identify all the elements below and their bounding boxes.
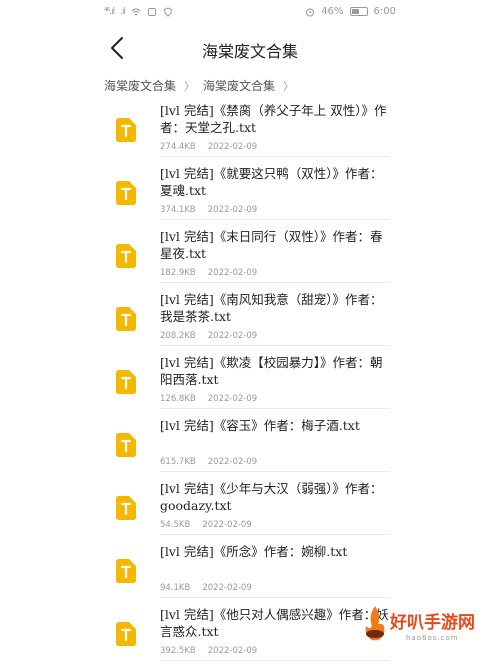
list-item[interactable]: [lvl 完结]《容玉》作者：梅子酒.txt 615.7KB 2022-02-0… <box>0 409 500 472</box>
breadcrumb-item[interactable]: 海棠废文合集 <box>203 77 275 94</box>
file-date: 2022-02-09 <box>202 520 252 530</box>
status-bar: ⁴⁶.ıl .ıl 46% 6:00 <box>0 0 500 26</box>
file-name: [lvl 完结]《少年与大汉（弱强）》作者：goodazy.txt <box>160 481 383 513</box>
file-size: 392.5KB <box>160 646 196 656</box>
file-date: 2022-02-09 <box>207 646 258 656</box>
file-meta: 274.4KB 2022-02-09 <box>160 142 257 152</box>
battery-percent: 46% <box>321 6 344 17</box>
file-name: [lvl 完结]《末日同行（双性）》作者：春星夜.txt <box>160 229 383 261</box>
file-name: [lvl 完结]《他只对人偶感兴趣》作者：妖言惑众.txt <box>160 607 389 639</box>
file-date: 2022-02-09 <box>207 331 258 341</box>
list-item[interactable]: [lvl 完结]《禁脔（养父子年上 双性）》作者：天堂之孔.txt 274.4K… <box>0 94 500 157</box>
file-date: 2022-02-09 <box>207 205 258 215</box>
file-meta: 615.7KB 2022-02-09 <box>160 457 257 467</box>
status-left: ⁴⁶.ıl .ıl <box>104 7 173 17</box>
wifi-icon <box>131 8 141 16</box>
status-time: 6:00 <box>373 6 396 17</box>
list-item[interactable]: [lvl 完结]《少年与大汉（弱强）》作者：goodazy.txt 54.5KB… <box>0 472 500 535</box>
status-right: 46% 6:00 <box>305 6 396 17</box>
page-title: 海棠废文合集 <box>201 42 298 61</box>
file-date: 2022-02-09 <box>202 583 252 593</box>
file-meta: 182.9KB 2022-02-09 <box>160 268 257 278</box>
txt-file-icon <box>116 622 136 646</box>
txt-file-icon <box>116 496 136 520</box>
watermark-text: 好叭手游网 <box>390 613 475 633</box>
file-name: [lvl 完结]《就要这只鸭（双性）》作者：夏魂.txt <box>160 166 383 198</box>
battery-icon <box>349 7 368 16</box>
file-name: [lvl 完结]《南风知我意（甜宠）》作者：我是茶茶.txt <box>160 292 383 324</box>
txt-file-icon <box>116 118 136 142</box>
file-date: 2022-02-09 <box>207 142 258 152</box>
file-name: [lvl 完结]《禁脔（养父子年上 双性）》作者：天堂之孔.txt <box>160 103 387 135</box>
file-list: [lvl 完结]《禁脔（养父子年上 双性）》作者：天堂之孔.txt 274.4K… <box>0 94 500 661</box>
signal-indicator: ⁴⁶.ıl <box>104 7 115 17</box>
list-item[interactable]: [lvl 完结]《欺凌【校园暴力】》作者：朝阳西落.txt 126.8KB 20… <box>0 346 500 409</box>
nav-bar: 海棠废文合集 <box>0 28 500 68</box>
file-meta: 54.5KB 2022-02-09 <box>160 520 252 530</box>
alarm-icon <box>306 8 315 16</box>
txt-file-icon <box>116 370 136 394</box>
signal-indicator-2: .ıl <box>120 7 126 17</box>
shield-icon <box>163 7 173 17</box>
file-size: 208.2KB <box>160 331 196 341</box>
watermark-logo: 好叭手游网 hao8os.com <box>358 600 500 666</box>
file-size: 374.1KB <box>160 205 196 215</box>
file-meta: 126.8KB 2022-02-09 <box>160 394 257 404</box>
file-meta: 208.2KB 2022-02-09 <box>160 331 257 341</box>
txt-file-icon <box>116 244 136 268</box>
list-item[interactable]: [lvl 完结]《就要这只鸭（双性）》作者：夏魂.txt 374.1KB 202… <box>0 157 500 220</box>
chevron-right-icon: 〉 <box>184 79 196 93</box>
list-item[interactable]: [lvl 完结]《南风知我意（甜宠）》作者：我是茶茶.txt 208.2KB 2… <box>0 283 500 346</box>
file-size: 182.9KB <box>160 268 196 278</box>
txt-file-icon <box>116 433 136 457</box>
watermark-icon <box>365 606 385 641</box>
breadcrumb-item[interactable]: 海棠废文合集 <box>104 77 176 94</box>
list-item[interactable]: [lvl 完结]《所念》作者：婉柳.txt 94.1KB 2022-02-09 <box>0 535 500 598</box>
file-size: 615.7KB <box>160 457 196 467</box>
list-item[interactable]: [lvl 完结]《末日同行（双性）》作者：春星夜.txt 182.9KB 202… <box>0 220 500 283</box>
file-meta: 392.5KB 2022-02-09 <box>160 646 257 656</box>
txt-file-icon <box>116 559 136 583</box>
file-size: 274.4KB <box>160 142 196 152</box>
txt-file-icon <box>116 181 136 205</box>
file-date: 2022-02-09 <box>207 394 258 404</box>
notification-icon <box>147 8 156 16</box>
file-name: [lvl 完结]《欺凌【校园暴力】》作者：朝阳西落.txt <box>160 355 383 387</box>
file-size: 126.8KB <box>160 394 196 404</box>
file-date: 2022-02-09 <box>207 268 258 278</box>
file-name: [lvl 完结]《所念》作者：婉柳.txt <box>160 544 348 559</box>
file-size: 54.5KB <box>160 520 191 530</box>
file-name: [lvl 完结]《容玉》作者：梅子酒.txt <box>160 418 360 433</box>
chevron-right-icon: 〉 <box>283 79 295 93</box>
file-size: 94.1KB <box>160 583 191 593</box>
file-meta: 94.1KB 2022-02-09 <box>160 583 252 593</box>
watermark-subtext: hao8os.com <box>406 634 459 642</box>
txt-file-icon <box>116 307 136 331</box>
file-date: 2022-02-09 <box>207 457 258 467</box>
file-meta: 374.1KB 2022-02-09 <box>160 205 257 215</box>
breadcrumb: 海棠废文合集 〉 海棠废文合集 〉 <box>104 77 294 94</box>
